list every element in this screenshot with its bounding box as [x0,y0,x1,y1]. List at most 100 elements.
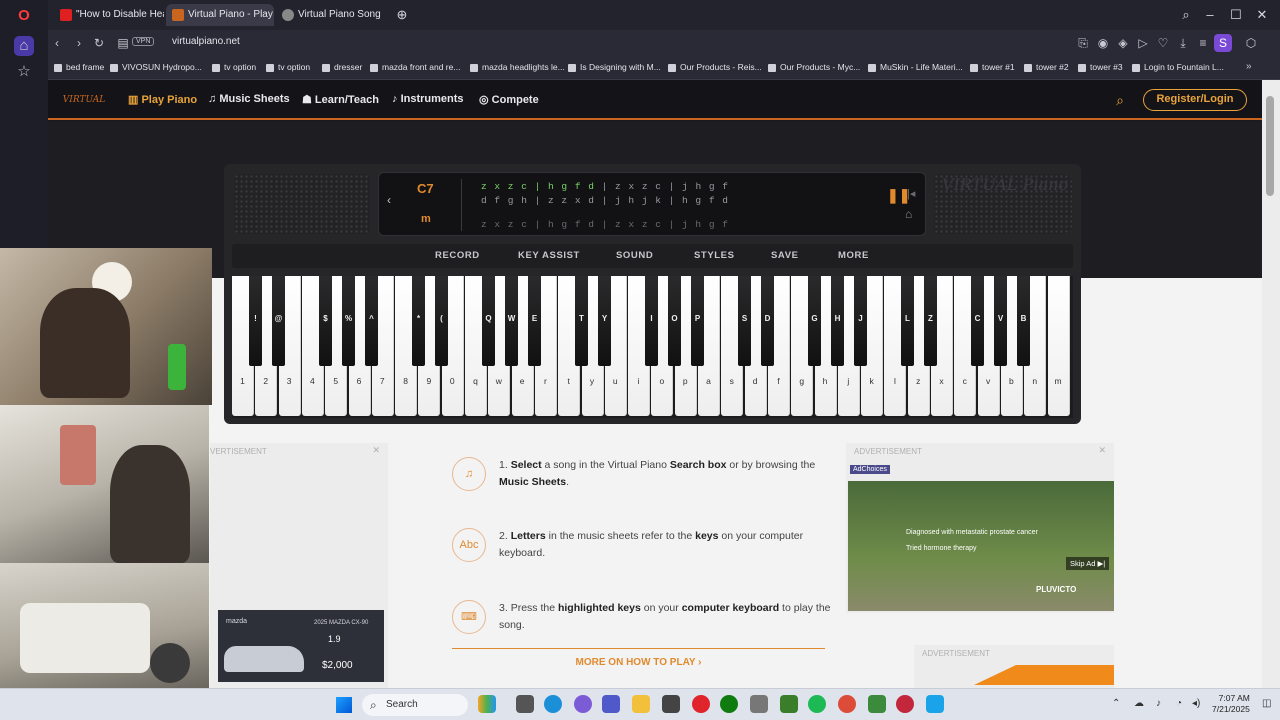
tab-youtube[interactable]: "How to Disable Heads-U [54,4,164,26]
bookmark-item[interactable]: Our Products - Reis... [668,62,762,76]
black-key[interactable]: % [342,276,355,366]
bookmark-item[interactable]: tv option [266,62,310,76]
bookmark-item[interactable]: MuSkin - Life Materi... [868,62,963,76]
nav-compete[interactable]: ◎ Compete [479,93,539,106]
store-icon[interactable] [662,695,680,713]
camera-icon[interactable]: ◉ [1094,34,1112,52]
black-key[interactable]: J [854,276,867,366]
bookmark-item[interactable]: dresser [322,62,362,76]
tab-virtual-piano-song[interactable]: Virtual Piano Song [276,4,388,26]
forward-icon[interactable]: › [70,34,88,52]
black-key[interactable]: P [691,276,704,366]
extensions-icon[interactable]: ⬡ [1242,34,1260,52]
nav-play-piano[interactable]: ▥ Play Piano [128,93,197,106]
new-tab-icon[interactable]: ⊕ [392,5,412,25]
download-icon[interactable]: ⤓ [1174,34,1192,52]
black-key[interactable]: Q [482,276,495,366]
windows-start-icon[interactable] [336,697,352,713]
teams-icon[interactable] [602,695,620,713]
app-icon[interactable] [750,695,768,713]
black-key[interactable]: ! [249,276,262,366]
mic-icon[interactable]: ♪ [1156,698,1161,709]
bookmark-item[interactable]: bed frame [54,62,104,76]
search-icon[interactable]: ⌕ [1110,90,1130,110]
black-key[interactable]: $ [319,276,332,366]
black-key[interactable]: W [505,276,518,366]
reload-icon[interactable]: ↻ [90,34,108,52]
black-key[interactable]: C [971,276,984,366]
scrollbar-thumb[interactable] [1266,96,1274,196]
nav-music-sheets[interactable]: ♫ Music Sheets [208,93,290,105]
widgets-icon[interactable] [478,695,496,713]
skip-ad-button[interactable]: Skip Ad ▶| [1066,557,1110,570]
close-icon[interactable]: ✕ [1098,445,1106,456]
network-icon[interactable]: ☁ [1134,698,1144,709]
profile-avatar[interactable]: S [1214,34,1232,52]
notification-icon[interactable]: ◫ [1262,698,1271,709]
bookmark-item[interactable]: tower #3 [1078,62,1123,76]
tabs-overview-icon[interactable]: ▤ [114,34,132,52]
close-icon[interactable]: ✕ [372,445,380,456]
chrome-icon[interactable] [838,695,856,713]
xbox-icon[interactable] [720,695,738,713]
black-key[interactable]: G [808,276,821,366]
bookmark-item[interactable]: Our Products - Myc... [768,62,860,76]
black-key[interactable]: O [668,276,681,366]
black-key[interactable]: V [994,276,1007,366]
wifi-icon[interactable]: ◔ [1176,698,1182,709]
nav-instruments[interactable]: ♪ Instruments [392,93,464,105]
opera-logo-icon[interactable]: O [14,6,34,26]
play-icon[interactable]: ▷ [1134,34,1152,52]
file-explorer-icon[interactable] [632,695,650,713]
bookmark-item[interactable]: tower #2 [1024,62,1069,76]
black-key[interactable]: ( [435,276,448,366]
nav-learn-teach[interactable]: ☗ Learn/Teach [302,93,379,106]
star-icon[interactable]: ☆ [14,62,34,82]
volume-icon[interactable]: ◂) [1192,698,1200,709]
opera-icon[interactable] [692,695,710,713]
key-assist-button[interactable]: KEY ASSIST [518,250,580,261]
site-logo[interactable]: VIRTUAL PIANO [56,86,112,133]
game-icon[interactable] [780,695,798,713]
black-key[interactable]: Y [598,276,611,366]
url-field[interactable]: virtualpiano.net [172,36,240,47]
edge-icon[interactable] [544,695,562,713]
black-key[interactable]: S [738,276,751,366]
copilot-icon[interactable] [574,695,592,713]
bookmark-item[interactable]: Is Designing with M... [568,62,661,76]
mazda-ad[interactable]: mazda 2025 MAZDA CX-90 1.9 $2,000 [218,610,384,682]
ad-banner[interactable] [974,665,1114,685]
black-key[interactable]: D [761,276,774,366]
styles-button[interactable]: STYLES [694,250,735,261]
maximize-icon[interactable]: ☐ [1226,5,1246,25]
record-button[interactable]: RECORD [435,250,480,261]
black-key[interactable]: @ [272,276,285,366]
home-icon[interactable]: ⌂ [14,36,34,56]
skip-back-icon[interactable]: |◂ [907,187,915,200]
black-key[interactable]: Z [924,276,937,366]
taskbar-search[interactable]: Search [362,694,468,716]
shield-icon[interactable]: ◈ [1114,34,1132,52]
black-key[interactable]: T [575,276,588,366]
black-key[interactable]: H [831,276,844,366]
adchoices-badge[interactable]: AdChoices [850,465,890,474]
save-button[interactable]: SAVE [771,250,799,261]
obs-icon[interactable] [896,695,914,713]
bookmark-item[interactable]: mazda front and re... [370,62,460,76]
ad-video[interactable]: Diagnosed with metastatic prostate cance… [848,481,1114,611]
heart-icon[interactable]: ♡ [1154,34,1172,52]
nvidia-icon[interactable] [868,695,886,713]
bookmark-item[interactable]: tower #1 [970,62,1015,76]
home-icon[interactable]: ⌂ [905,207,912,221]
close-window-icon[interactable]: ✕ [1252,5,1272,25]
more-button[interactable]: MORE [838,250,869,261]
bookmark-item[interactable]: VIVOSUN Hydropo... [110,62,202,76]
black-key[interactable]: L [901,276,914,366]
vpn-badge[interactable]: VPN [132,37,155,46]
tab-virtual-piano[interactable]: Virtual Piano - Play Th [166,4,274,26]
black-key[interactable]: ^ [365,276,378,366]
clock[interactable]: 7:07 AM 7/21/2025 [1212,693,1250,715]
bookmarks-overflow-icon[interactable]: » [1246,61,1252,72]
spotify-icon[interactable] [808,695,826,713]
menu-icon[interactable]: ≡ [1194,34,1212,52]
